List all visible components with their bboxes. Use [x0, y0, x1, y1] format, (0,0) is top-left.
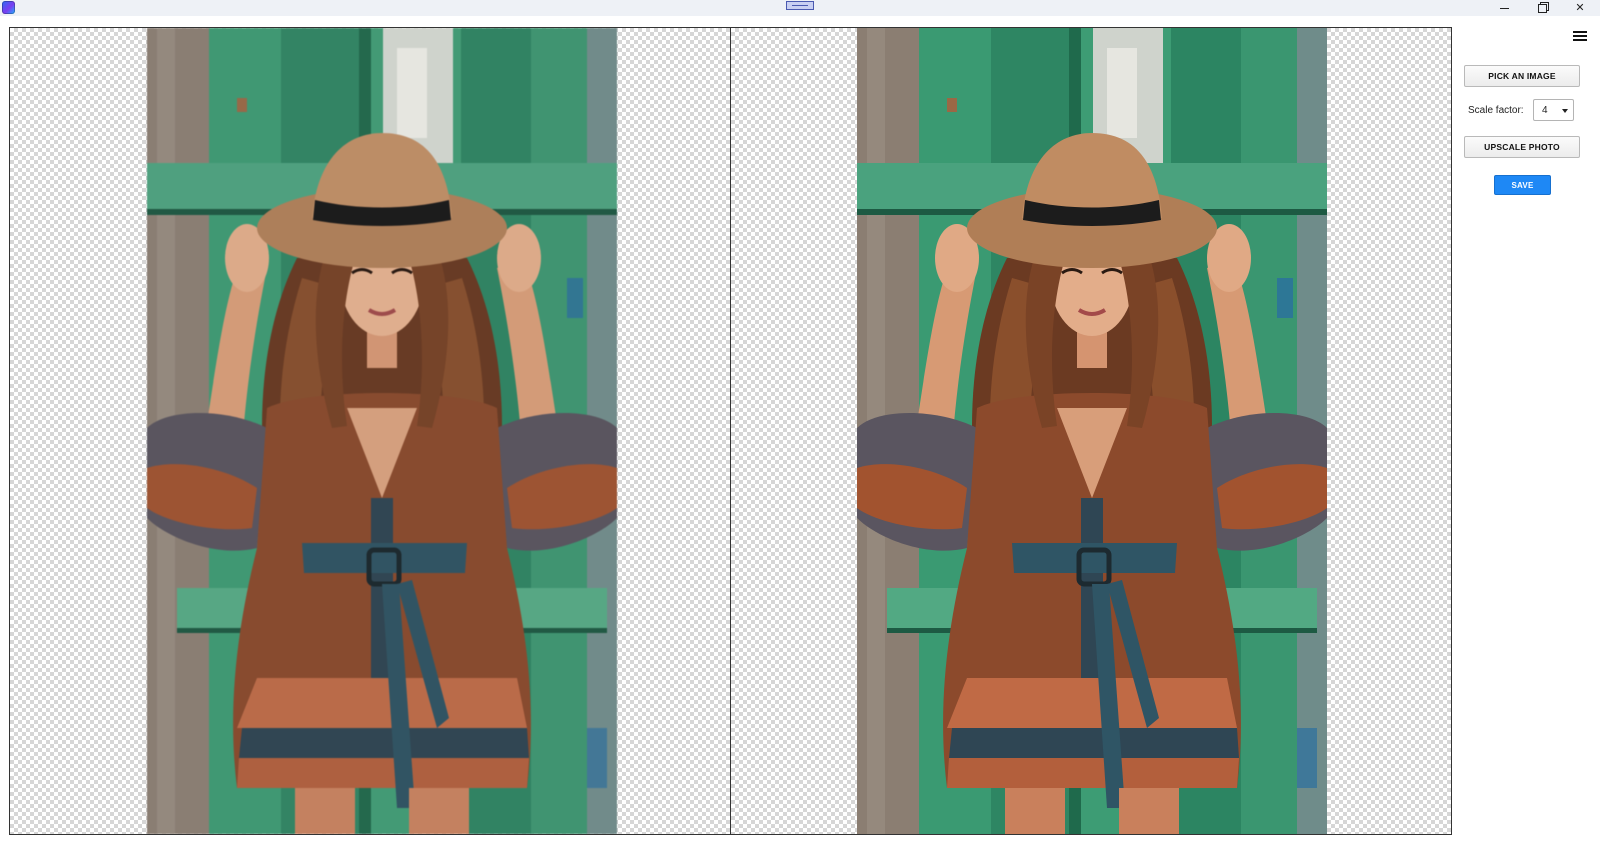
save-button[interactable]: SAVE: [1494, 175, 1551, 195]
hamburger-menu-icon[interactable]: [1573, 30, 1587, 42]
upscaled-image-pane: [730, 27, 1452, 835]
pick-image-button[interactable]: PICK AN IMAGE: [1464, 65, 1580, 87]
upscaled-photo: [857, 28, 1327, 834]
upscale-photo-button[interactable]: UPSCALE PHOTO: [1464, 136, 1580, 158]
app-logo-icon: [2, 1, 15, 14]
scale-factor-label: Scale factor:: [1468, 105, 1524, 116]
control-sidebar: PICK AN IMAGE Scale factor: 4 UPSCALE PH…: [1452, 16, 1600, 858]
original-image-pane: [9, 27, 731, 835]
maximize-icon[interactable]: [1524, 0, 1560, 16]
close-icon[interactable]: [1562, 0, 1598, 16]
title-bar[interactable]: [0, 0, 1600, 16]
chevron-down-icon: [1562, 109, 1568, 113]
scale-factor-select[interactable]: 4: [1533, 99, 1574, 121]
drag-handle-icon[interactable]: [786, 1, 814, 10]
original-photo: [147, 28, 617, 834]
scale-factor-value: 4: [1542, 105, 1548, 116]
minimize-icon[interactable]: [1486, 0, 1522, 16]
